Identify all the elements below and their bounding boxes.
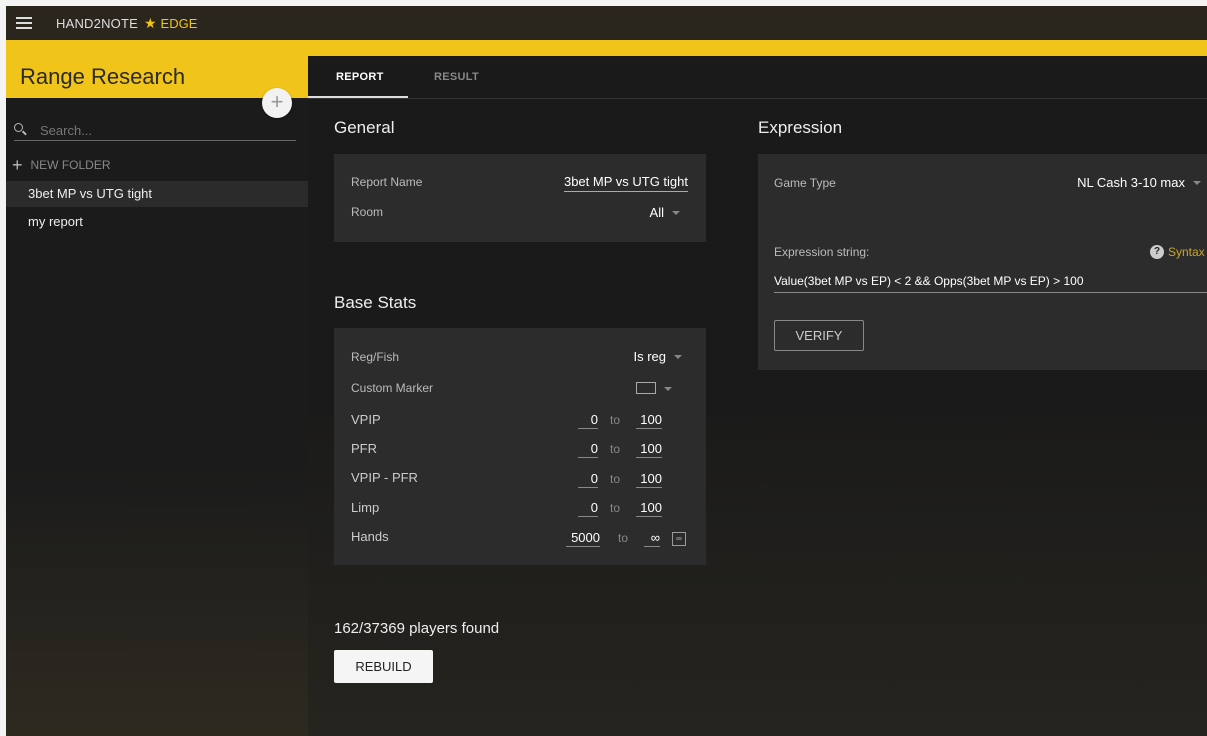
expression-input[interactable]: Value(3bet MP vs EP) < 2 && Opps(3bet MP…	[774, 274, 1207, 293]
report-name-field[interactable]: 3bet MP vs UTG tight	[563, 174, 688, 192]
new-folder-label: NEW FOLDER	[30, 158, 111, 172]
limp-label: Limp	[351, 500, 380, 515]
base-stats-card: Reg/Fish Is reg Custom Marker VPIP 0 to …	[334, 328, 706, 565]
chevron-down-icon	[1193, 180, 1201, 185]
search-bar	[14, 120, 296, 141]
room-select[interactable]: All	[650, 205, 680, 220]
room-value: All	[649, 205, 664, 220]
report-name-label: Report Name	[351, 175, 423, 189]
game-type-value: NL Cash 3-10 max	[1077, 175, 1185, 190]
vpip-max-input[interactable]: 100	[636, 412, 662, 429]
hands-max-input[interactable]: ∞	[644, 530, 660, 547]
infinity-button[interactable]: ∞	[672, 532, 686, 546]
sidebar-title: Range Research	[6, 56, 308, 98]
players-found-text: 162/37369 players found	[334, 620, 500, 637]
vpip-pfr-min-input[interactable]: 0	[578, 471, 598, 488]
star-icon: ★	[143, 14, 157, 31]
hands-label: Hands	[351, 529, 389, 544]
sidebar: Range Research + + NEW FOLDER 3bet MP vs…	[6, 56, 308, 736]
chevron-down-icon	[674, 354, 682, 359]
chevron-down-icon	[672, 210, 680, 215]
accent-strip	[6, 40, 1207, 56]
limp-max-input[interactable]: 100	[636, 500, 662, 517]
menu-icon[interactable]	[16, 17, 32, 29]
new-folder-button[interactable]: + NEW FOLDER	[12, 155, 111, 175]
room-label: Room	[351, 205, 384, 219]
base-stats-heading: Base Stats	[334, 293, 417, 312]
reg-fish-value: Is reg	[633, 349, 666, 364]
brand-name: HAND2NOTE	[56, 15, 138, 31]
sidebar-item-3bet-mp-vs-utg-tight[interactable]: 3bet MP vs UTG tight	[6, 181, 308, 207]
app-window: HAND2NOTE ★ EDGE Range Research + + NEW …	[6, 6, 1207, 736]
search-icon	[14, 123, 28, 137]
vpip-min-input[interactable]: 0	[578, 412, 598, 429]
help-icon[interactable]: ?	[1150, 245, 1164, 259]
main-panel: REPORT RESULT General Report Name 3bet M…	[308, 56, 1207, 736]
general-heading: General	[334, 118, 395, 137]
edge-label: EDGE	[160, 15, 198, 31]
plus-icon: +	[12, 155, 23, 175]
tab-result[interactable]: RESULT	[434, 56, 479, 98]
search-input[interactable]	[40, 122, 280, 138]
pfr-max-input[interactable]: 100	[636, 441, 662, 458]
to-label: to	[610, 501, 621, 515]
sidebar-item-my-report[interactable]: my report	[6, 209, 308, 235]
verify-button[interactable]: VERIFY	[774, 320, 864, 351]
syntax-link[interactable]: Syntax	[1168, 245, 1205, 259]
tab-bar: REPORT RESULT	[308, 56, 1207, 99]
tab-report[interactable]: REPORT	[308, 56, 408, 98]
vpip-pfr-label: VPIP - PFR	[351, 470, 418, 485]
custom-marker-swatch[interactable]	[636, 382, 656, 394]
expression-heading: Expression	[758, 118, 843, 137]
vpip-label: VPIP	[351, 412, 381, 427]
limp-min-input[interactable]: 0	[578, 500, 598, 517]
add-report-button[interactable]: +	[262, 88, 292, 118]
general-card: Report Name 3bet MP vs UTG tight Room Al…	[334, 154, 706, 242]
reg-fish-select[interactable]: Is reg	[633, 349, 682, 364]
expression-card: Game Type NL Cash 3-10 max Expression st…	[758, 154, 1207, 370]
game-type-select[interactable]: NL Cash 3-10 max	[1077, 175, 1201, 190]
hands-min-input[interactable]: 5000	[566, 530, 600, 547]
rebuild-button[interactable]: REBUILD	[334, 650, 433, 683]
vpip-pfr-max-input[interactable]: 100	[636, 471, 662, 488]
top-bar: HAND2NOTE ★ EDGE	[6, 6, 1207, 40]
to-label: to	[610, 413, 621, 427]
reg-fish-label: Reg/Fish	[351, 350, 400, 364]
to-label: to	[610, 442, 621, 456]
pfr-min-input[interactable]: 0	[578, 441, 598, 458]
expression-string-label: Expression string:	[774, 245, 870, 259]
to-label: to	[618, 531, 629, 545]
pfr-label: PFR	[351, 441, 377, 456]
chevron-down-icon[interactable]	[664, 387, 672, 391]
custom-marker-label: Custom Marker	[351, 381, 434, 395]
game-type-label: Game Type	[774, 176, 836, 190]
to-label: to	[610, 472, 621, 486]
